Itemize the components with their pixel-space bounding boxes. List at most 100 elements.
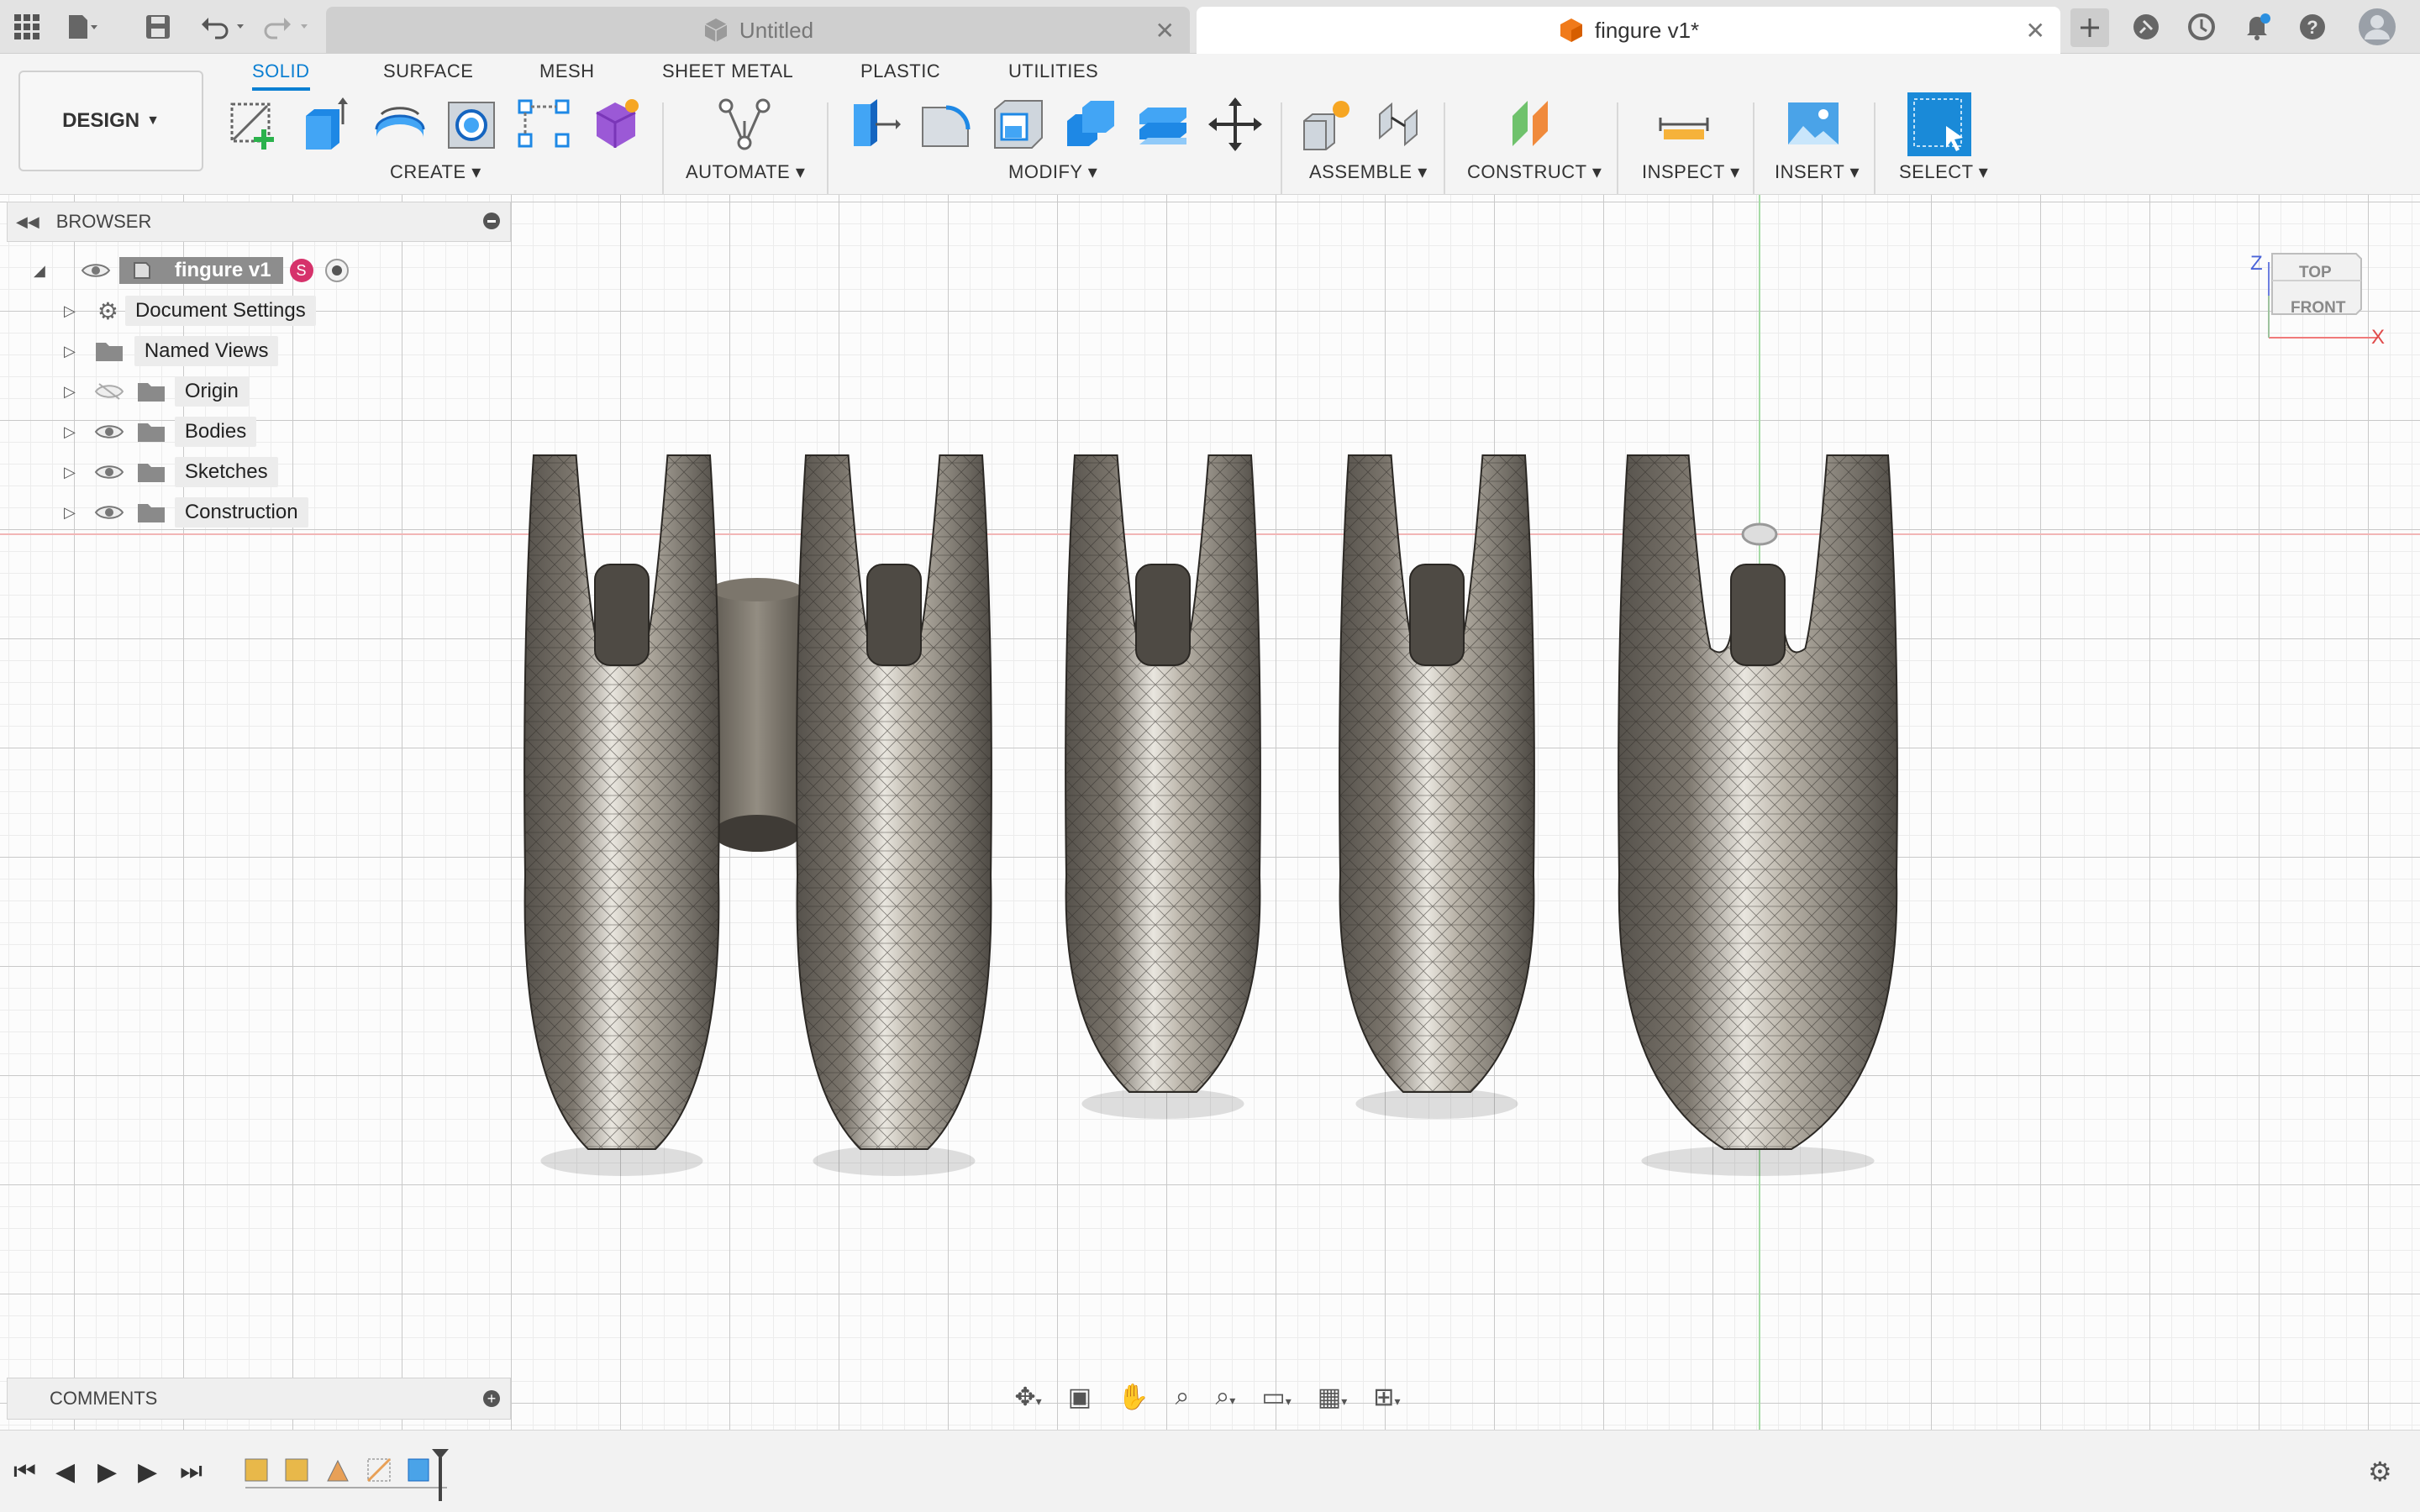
apps-grid-icon[interactable] xyxy=(10,10,44,44)
view-cube[interactable]: TOP FRONT Z X xyxy=(2250,245,2385,380)
viewport-canvas[interactable]: TOP FRONT Z X xyxy=(0,195,2420,1430)
tab-plastic[interactable]: PLASTIC xyxy=(860,60,940,82)
activate-radio[interactable] xyxy=(324,259,349,282)
move-icon[interactable] xyxy=(1207,96,1264,153)
eye-icon[interactable] xyxy=(94,463,124,481)
construct-menu[interactable]: CONSTRUCT ▾ xyxy=(1467,161,1602,183)
select-menu[interactable]: SELECT ▾ xyxy=(1899,161,1988,183)
tab-utilities[interactable]: UTILITIES xyxy=(1008,60,1098,82)
browser-item-construction[interactable]: ▷ Construction xyxy=(64,496,308,529)
zoom-window-icon[interactable]: ⌕▾ xyxy=(1215,1383,1235,1411)
play-icon[interactable]: ▶ xyxy=(97,1457,117,1487)
timeline-marker[interactable] xyxy=(430,1447,450,1503)
tab-untitled[interactable]: Untitled ✕ xyxy=(326,7,1190,54)
comments-panel[interactable]: COMMENTS + xyxy=(7,1378,511,1420)
pan-hand-icon[interactable]: ✋ xyxy=(1118,1383,1149,1412)
step-back-icon[interactable]: ◀ xyxy=(55,1457,75,1487)
user-avatar-icon[interactable] xyxy=(2358,8,2396,46)
look-at-icon[interactable]: ▣ xyxy=(1068,1383,1092,1412)
new-component-icon[interactable] xyxy=(1299,96,1356,153)
create-sketch-icon[interactable] xyxy=(227,96,284,153)
tab-fingure[interactable]: fingure v1* ✕ xyxy=(1197,7,2060,54)
select-icon[interactable] xyxy=(1907,92,1971,156)
workspace-design-dropdown[interactable]: DESIGN ▼ xyxy=(18,71,203,171)
tab-solid[interactable]: SOLID xyxy=(252,60,310,91)
help-icon[interactable]: ? xyxy=(2296,10,2329,44)
assemble-menu[interactable]: ASSEMBLE ▾ xyxy=(1309,161,1428,183)
inspect-menu[interactable]: INSPECT ▾ xyxy=(1642,161,1740,183)
browser-item-origin[interactable]: ▷ Origin xyxy=(64,375,249,408)
orbit-icon[interactable]: ✥▾ xyxy=(1015,1383,1042,1412)
go-to-end-icon[interactable]: ⏭ xyxy=(180,1457,203,1486)
expand-triangle-icon[interactable]: ▷ xyxy=(64,383,76,401)
close-icon[interactable]: ✕ xyxy=(1155,17,1175,45)
create-menu[interactable]: CREATE ▾ xyxy=(390,161,481,183)
eye-icon[interactable] xyxy=(81,261,111,280)
collapse-panel-icon[interactable]: ◀◀ xyxy=(16,213,39,231)
finger-body[interactable] xyxy=(1618,454,1898,1176)
expand-triangle-icon[interactable]: ▷ xyxy=(64,343,76,360)
zoom-icon[interactable]: ⌕ xyxy=(1176,1383,1190,1411)
grid-settings-icon[interactable]: ▦▾ xyxy=(1318,1383,1347,1412)
shell-icon[interactable] xyxy=(990,96,1047,153)
offset-plane-icon[interactable] xyxy=(1504,96,1561,153)
go-to-start-icon[interactable]: ⏮ xyxy=(13,1457,36,1486)
eye-hidden-icon[interactable] xyxy=(94,382,124,401)
settings-gear-icon[interactable]: ⚙ xyxy=(2368,1456,2392,1488)
browser-item-named-views[interactable]: ▷ Named Views xyxy=(64,334,279,368)
measure-icon[interactable] xyxy=(1655,96,1712,153)
fillet-icon[interactable] xyxy=(918,96,975,153)
offset-face-icon[interactable] xyxy=(1134,96,1192,153)
viewports-icon[interactable]: ⊞▾ xyxy=(1373,1383,1400,1412)
browser-item-sketches[interactable]: ▷ Sketches xyxy=(64,455,278,489)
finger-body[interactable] xyxy=(1065,454,1261,1119)
extrude-icon[interactable] xyxy=(299,96,356,153)
finger-body[interactable] xyxy=(1339,454,1535,1119)
eye-icon[interactable] xyxy=(94,423,124,441)
automate-icon[interactable] xyxy=(716,96,773,153)
revolve-icon[interactable] xyxy=(371,96,429,153)
browser-root-row[interactable]: ◢ fingure v1 S xyxy=(34,254,349,287)
tab-surface[interactable]: SURFACE xyxy=(383,60,473,82)
expand-triangle-icon[interactable]: ▷ xyxy=(64,464,76,481)
insert-menu[interactable]: INSERT ▾ xyxy=(1775,161,1860,183)
expand-triangle-icon[interactable]: ▷ xyxy=(64,423,76,441)
expand-triangle-icon[interactable]: ▷ xyxy=(64,504,76,522)
redo-icon[interactable] xyxy=(262,10,313,44)
save-icon[interactable] xyxy=(141,10,175,44)
minimize-icon[interactable] xyxy=(483,213,500,229)
eye-icon[interactable] xyxy=(94,503,124,522)
display-settings-icon[interactable]: ▭▾ xyxy=(1261,1383,1291,1412)
joint-icon[interactable] xyxy=(1371,96,1428,153)
view-cube-top[interactable]: TOP xyxy=(2299,264,2332,282)
finger-body[interactable] xyxy=(523,454,720,1176)
insert-image-icon[interactable] xyxy=(1785,96,1842,153)
expand-triangle-icon[interactable]: ▷ xyxy=(64,302,76,320)
automate-menu[interactable]: AUTOMATE ▾ xyxy=(686,161,805,183)
root-component[interactable]: fingure v1 xyxy=(118,257,283,284)
hole-icon[interactable] xyxy=(444,96,501,153)
browser-panel-header[interactable]: ◀◀ BROWSER xyxy=(7,202,511,242)
browser-item-document-settings[interactable]: ▷ ⚙ Document Settings xyxy=(64,294,316,328)
finger-body[interactable] xyxy=(796,454,992,1176)
pattern-icon[interactable] xyxy=(516,96,573,153)
view-cube-front[interactable]: FRONT xyxy=(2291,299,2345,318)
shared-status-badge[interactable]: S xyxy=(289,259,313,282)
notifications-icon[interactable] xyxy=(2240,10,2274,44)
browser-item-bodies[interactable]: ▷ Bodies xyxy=(64,415,257,449)
form-icon[interactable] xyxy=(588,96,645,153)
extensions-icon[interactable] xyxy=(2129,10,2163,44)
add-tab-icon[interactable] xyxy=(2070,8,2109,47)
combine-icon[interactable] xyxy=(1062,96,1119,153)
file-icon[interactable] xyxy=(66,10,99,44)
job-status-icon[interactable] xyxy=(2185,10,2218,44)
timeline-features[interactable] xyxy=(242,1451,460,1501)
modify-menu[interactable]: MODIFY ▾ xyxy=(1008,161,1097,183)
tab-mesh[interactable]: MESH xyxy=(539,60,595,82)
step-forward-icon[interactable]: ▶ xyxy=(138,1457,157,1487)
collapse-triangle-icon[interactable]: ◢ xyxy=(34,262,45,280)
close-icon[interactable]: ✕ xyxy=(2026,17,2045,45)
press-pull-icon[interactable] xyxy=(845,96,902,153)
tab-sheet-metal[interactable]: SHEET METAL xyxy=(662,60,793,82)
undo-icon[interactable] xyxy=(198,10,249,44)
